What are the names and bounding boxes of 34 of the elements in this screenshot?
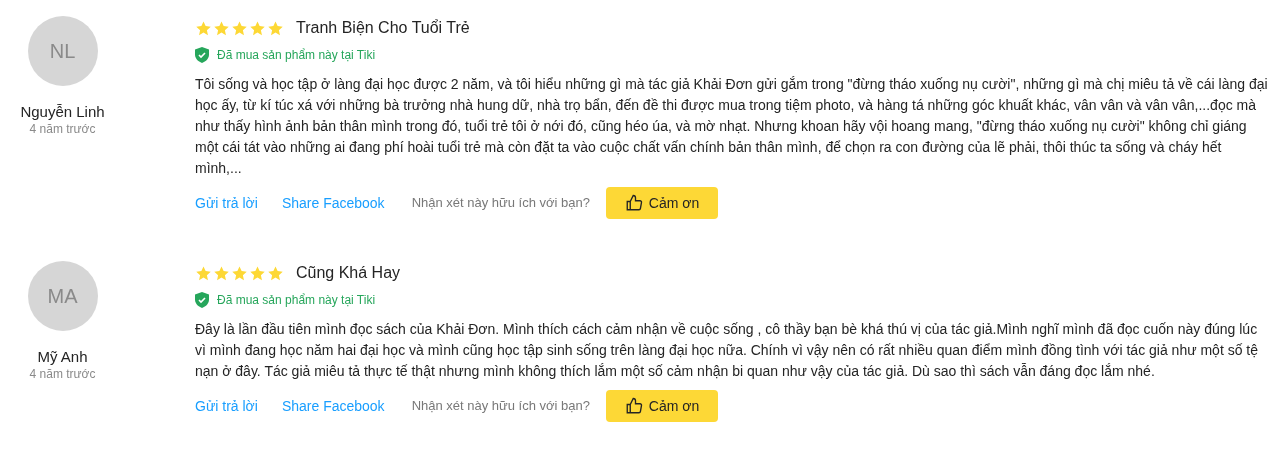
reviewer-name: Mỹ Anh xyxy=(37,348,88,366)
review-body: Đây là lần đầu tiên mình đọc sách của Khải Đơn. Mình thích cách cảm nhận về cuộc sống , cô thầy bạn bè khá thú vị của tác giả.Mình nghĩ mình đã đọc cuốn này đúng lúc vì mình đang học năm hai đại học và mình cũng học tập sinh sống trên làng đại học nữa. Chính vì vậy nên có rất nhiều quan điểm mình đồng tình với tác giả như một số tệ nạn ở đây. Tác giả miêu tả thực tế thật nhưng mình không thích lắm một số cảm nhận bi quan như vậy của tác giả. Dù sao thì sách vẫn đáng đọc lắm nhé. xyxy=(195,320,1259,381)
verified-purchase-label: Đã mua sản phẩm này tại Tiki xyxy=(217,292,376,309)
star-icon xyxy=(231,264,248,282)
thanks-button[interactable]: Cảm ơn xyxy=(606,390,718,422)
star-icon xyxy=(195,264,212,282)
star-icon xyxy=(231,19,248,37)
reply-link[interactable]: Gửi trả lời xyxy=(195,192,258,214)
share-facebook-link[interactable]: Share Facebook xyxy=(281,395,385,417)
star-icon xyxy=(249,264,266,282)
star-icon xyxy=(213,264,230,282)
thanks-button[interactable]: Cảm ơn xyxy=(606,187,718,219)
share-facebook-link[interactable]: Share Facebook xyxy=(281,192,385,214)
star-icon xyxy=(267,19,284,37)
star-icon xyxy=(249,19,266,37)
thumbs-up-icon xyxy=(624,397,643,415)
helpful-question: Nhận xét này hữu ích với bạn? xyxy=(411,194,590,213)
verified-purchase-label: Đã mua sản phẩm này tại Tiki xyxy=(217,47,376,64)
review-title: Tranh Biện Cho Tuổi Trẻ xyxy=(296,18,470,38)
star-icon xyxy=(267,264,284,282)
thumbs-up-icon xyxy=(624,194,643,212)
review-body: Tôi sống và học tập ở làng đại học được 2 năm, và tôi hiểu những gì mà tác giả Khải Đơn gửi gắm trong "đừng tháo xuống nụ cười", những gì mà chị miêu tả về cái làng đại học ấy, từ kí túc xá với những bà trưởng nhà hung dữ, nhà trọ bẩn, đến đề thi được mua trong tiệm photo, và hàng tá những góc khuất khác, vân vân và vân vân,...đọc mà như thấy hình ảnh bản thân mình trong đó, tuổi trẻ tôi ở nới đó, cũng héo úa, và mờ nhạt. Nhưng khoan hãy vội hoang mang, "đừng tháo xuống nụ cười" không chỉ giáng một cái tát vào những ai đang phí hoài tuổi trẻ mà còn đặt ta vào cuộc chất vấn chính bản thân mình, để chọn ra con đường của lẽ phải, thôi thúc ta sống và cháy hết mình,... xyxy=(195,75,1269,178)
review-time: 4 năm trước xyxy=(29,366,96,382)
avatar: MA xyxy=(27,261,98,331)
avatar: NL xyxy=(27,16,98,86)
star-icon xyxy=(213,19,230,37)
review-title: Cũng Khá Hay xyxy=(296,263,401,283)
helpful-question: Nhận xét này hữu ích với bạn? xyxy=(411,397,590,416)
reply-link[interactable]: Gửi trả lời xyxy=(195,395,258,417)
star-icon xyxy=(195,19,212,37)
review-time: 4 năm trước xyxy=(29,121,96,137)
reviewer-name: Nguyễn Linh xyxy=(20,103,105,121)
shield-check-icon xyxy=(195,47,209,63)
shield-check-icon xyxy=(195,292,209,308)
